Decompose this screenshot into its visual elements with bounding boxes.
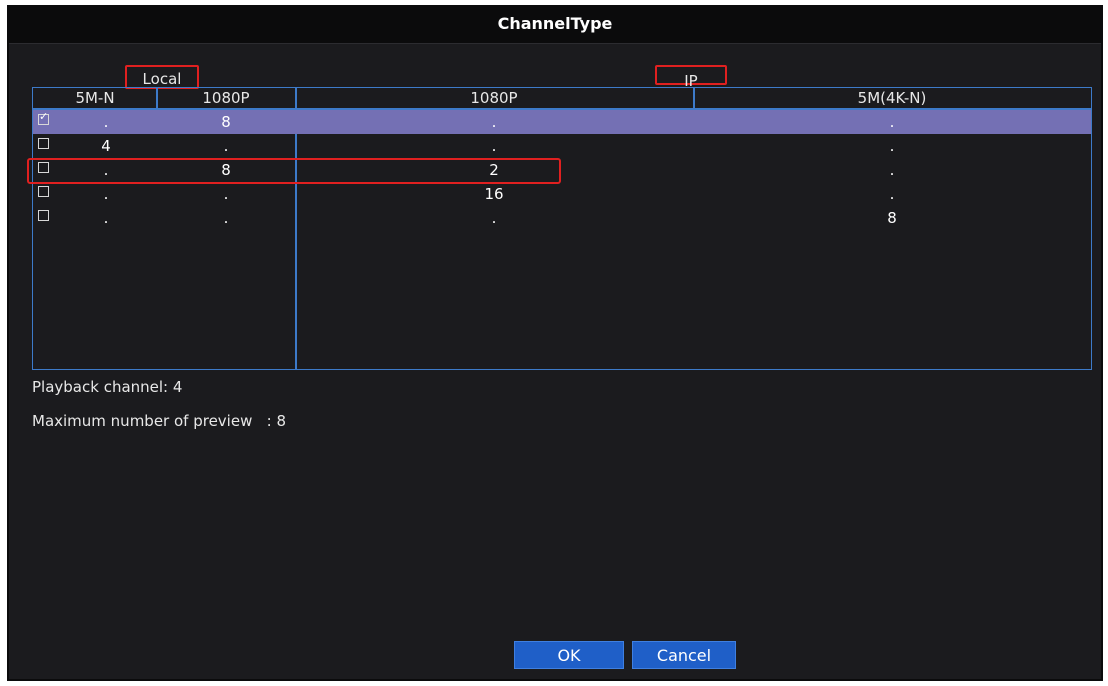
table-cell: . [223,209,229,227]
table-cell: . [889,113,895,131]
playback-channel-text: Playback channel: 4 [32,378,183,396]
table-cell: . [491,209,497,227]
table-cell: . [889,137,895,155]
dialog-title: ChannelType [9,5,1101,44]
row-checkbox[interactable] [38,210,49,221]
column-header-local-1080p: 1080P [202,89,250,107]
row-checkbox[interactable] [38,110,49,125]
ok-button[interactable]: OK [514,641,624,669]
table-cell: . [103,185,109,203]
table-cell: . [889,161,895,179]
table-cell: . [223,185,229,203]
table-row[interactable]: 4... [33,134,1091,158]
channel-type-dialog: ChannelType Local IP 5M-N 1080P 1080P 5M… [7,5,1103,681]
row-checkbox[interactable] [38,186,49,197]
group-label-local: Local [125,65,199,89]
cancel-button[interactable]: Cancel [632,641,736,669]
table-cell: . [103,113,109,131]
column-header-5m-4k-n: 5M(4K-N) [857,89,927,107]
channel-type-table: 5M-N 1080P 1080P 5M(4K-N) .8..4....82...… [32,87,1092,370]
table-cell: 8 [887,209,897,227]
table-cell: . [491,137,497,155]
table-cell: . [103,209,109,227]
column-divider [156,88,158,108]
table-cell: . [223,137,229,155]
column-header-ip-1080p: 1080P [470,89,518,107]
table-row[interactable]: ... 8 [33,206,1091,230]
table-cell: . [491,113,497,131]
table-row[interactable]: .. 16. [33,182,1091,206]
row-checkbox[interactable] [38,138,49,149]
group-label-ip: IP [655,65,727,90]
table-cell: 4 [101,137,111,155]
table-row[interactable]: . 8.. [33,110,1091,134]
highlight-row-box [27,158,561,184]
table-cell: 8 [221,113,231,131]
column-divider [693,88,695,108]
max-preview-text: Maximum number of preview : 8 [32,412,287,430]
table-cell: 16 [484,185,504,203]
table-cell: . [889,185,895,203]
column-header-5m-n: 5M-N [75,89,115,107]
